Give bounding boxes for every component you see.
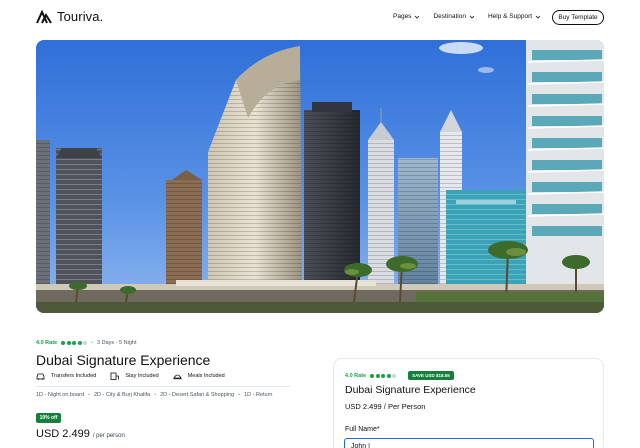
tour-price: USD 2.499 / per person [36,428,125,440]
rating-dot-filled [72,341,77,345]
nav-help-support[interactable]: Help & Support [488,13,541,20]
rating-dot-filled [375,373,380,378]
nav-destination[interactable]: Destination [433,13,475,20]
divider [36,386,290,387]
feature-transfers: Transfers Included [36,372,96,380]
rating-dot-filled [61,341,66,345]
itinerary-separator: • [238,392,241,398]
tour-features: Transfers Included Stay Included Meals I… [36,372,225,380]
brand-name: Touriva. [57,9,104,24]
header: Touriva. Pages Destination Help & Suppor… [0,0,640,36]
nav-pages-label: Pages [393,13,412,20]
booking-rate-row: 4.0 Rate SAVE USD $18.55 [345,371,454,380]
nav-destination-label: Destination [433,13,466,20]
itinerary-item: 2D - City & Burj Khalifa [93,392,151,398]
tour-duration: 3 Days - 5 Night [97,340,137,346]
nav-help-support-label: Help & Support [487,13,533,20]
booking-title: Dubai Signature Experience [345,384,476,396]
meal-icon [172,374,182,380]
rating-dot-filled [386,373,391,378]
rate-label: 4.0 Rate [36,340,58,346]
itinerary-separator: • [88,392,90,398]
booking-card: 4.0 Rate SAVE USD $18.55 Dubai Signature… [333,358,604,448]
rating-dot-filled [77,341,82,345]
booking-price: USD 2.499 / Per Person [345,402,426,411]
feature-stay: Stay Included [110,372,159,380]
chevron-down-icon [535,15,541,19]
price-unit: / per person [92,433,125,439]
brand-logo[interactable]: Touriva. [36,9,103,24]
itinerary-item: 2D - Desert Safari & Shopping [160,392,235,398]
booking-rate-label: 4.0 Rate [345,372,367,379]
tour-title: Dubai Signature Experience [36,352,211,368]
main-nav: Pages Destination Help & Support [393,13,541,20]
itinerary: 1D - Night on board • 2D - City & Burj K… [36,392,272,398]
chevron-down-icon [415,15,420,19]
rating-dot-filled [370,373,375,378]
rating-dots [61,341,88,345]
buy-template-button[interactable]: Buy Template [552,10,604,25]
rating-dot-empty [83,341,88,345]
discount-badge: 10% off [36,413,61,423]
tour-meta-row: 4.0 Rate • 3 Days - 5 Night [36,340,316,346]
chevron-down-icon [469,15,475,19]
feature-meals-label: Meals Included [187,373,225,379]
feature-meals: Meals Included [172,372,225,380]
car-icon [36,373,45,380]
hotel-icon [110,372,120,380]
save-badge: SAVE USD $18.55 [408,371,454,380]
full-name-label: Full Name* [345,426,380,433]
nav-pages[interactable]: Pages [393,13,420,20]
feature-stay-label: Stay Included [125,373,159,379]
rating-dot-filled [66,341,71,345]
price-amount: USD 2.499 [36,428,90,440]
rating-dot-filled [381,373,386,378]
itinerary-separator: • [154,392,157,398]
rating-dot-empty [392,373,397,378]
itinerary-item: 1D - Return [244,392,273,398]
meta-separator: • [91,340,94,346]
itinerary-item: 1D - Night on board [36,392,84,398]
logo-icon [36,9,52,24]
full-name-input[interactable] [344,438,594,448]
booking-rating-dots [370,373,397,378]
hero-image [36,40,604,313]
dubai-marina-skyline-image [36,40,604,313]
feature-transfers-label: Transfers Included [51,373,97,379]
